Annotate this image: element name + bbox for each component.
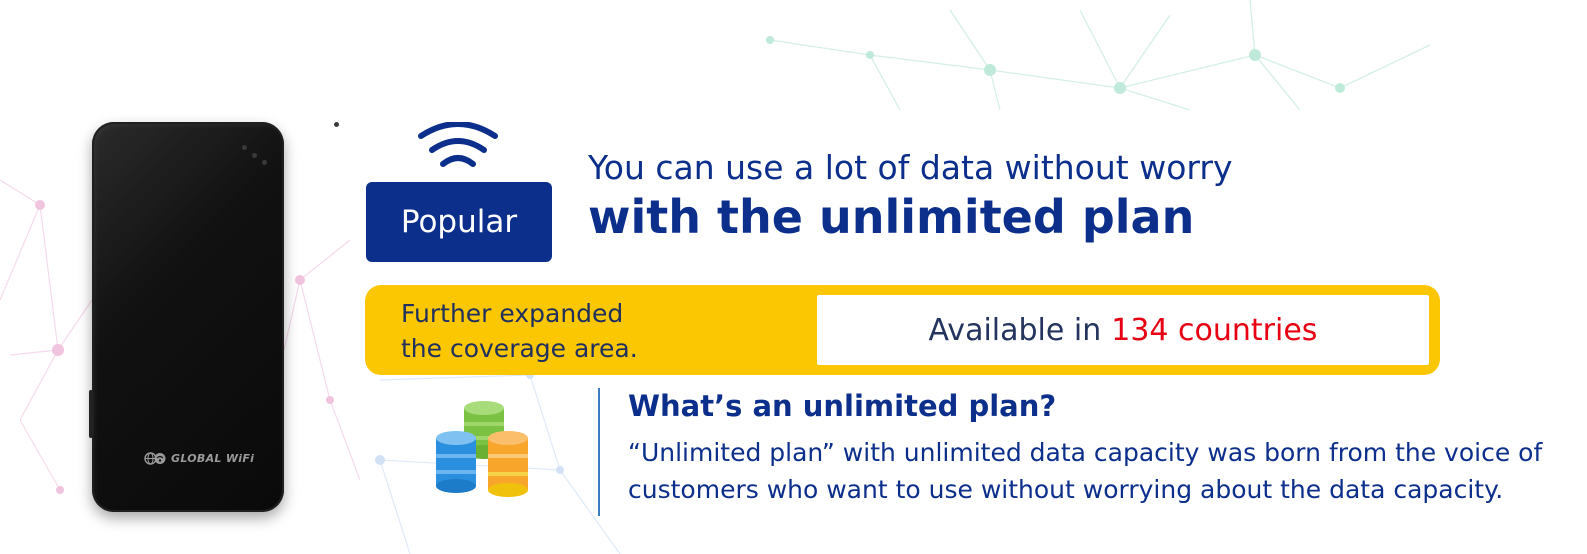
wifi-signal-icon <box>418 122 498 167</box>
device-side-button <box>89 390 93 438</box>
globe-wifi-logo-icon <box>144 452 166 465</box>
coverage-bar: Further expanded the coverage area. Avai… <box>365 285 1440 375</box>
pocket-wifi-device: GLOBAL WiFi <box>89 122 339 512</box>
device-brand-label: GLOBAL WiFi <box>171 452 255 465</box>
device-brand: GLOBAL WiFi <box>144 452 254 465</box>
info-body: “Unlimited plan” with unlimited data cap… <box>628 438 1543 504</box>
status-led <box>262 160 267 165</box>
coverage-availability: Available in 134 countries <box>817 295 1429 365</box>
section-divider <box>598 388 600 516</box>
coverage-label-line1: Further expanded <box>401 299 624 328</box>
coverage-label-line2: the coverage area. <box>401 334 638 363</box>
promo-banner: GLOBAL WiFi Popular You can use a lot of… <box>0 0 1587 554</box>
info-title: What’s an unlimited plan? <box>628 389 1057 423</box>
headline-title: with the unlimited plan <box>588 190 1195 244</box>
status-led <box>242 145 247 150</box>
status-led <box>252 153 257 158</box>
popular-badge-label: Popular <box>400 204 518 240</box>
stacked-database-icon <box>436 401 528 497</box>
availability-prefix: Available in <box>928 312 1102 348</box>
popular-badge: Popular <box>366 182 552 262</box>
headline-subtitle: You can use a lot of data without worry <box>588 148 1233 187</box>
availability-count: 134 countries <box>1111 312 1318 348</box>
coverage-label: Further expanded the coverage area. <box>401 296 638 366</box>
